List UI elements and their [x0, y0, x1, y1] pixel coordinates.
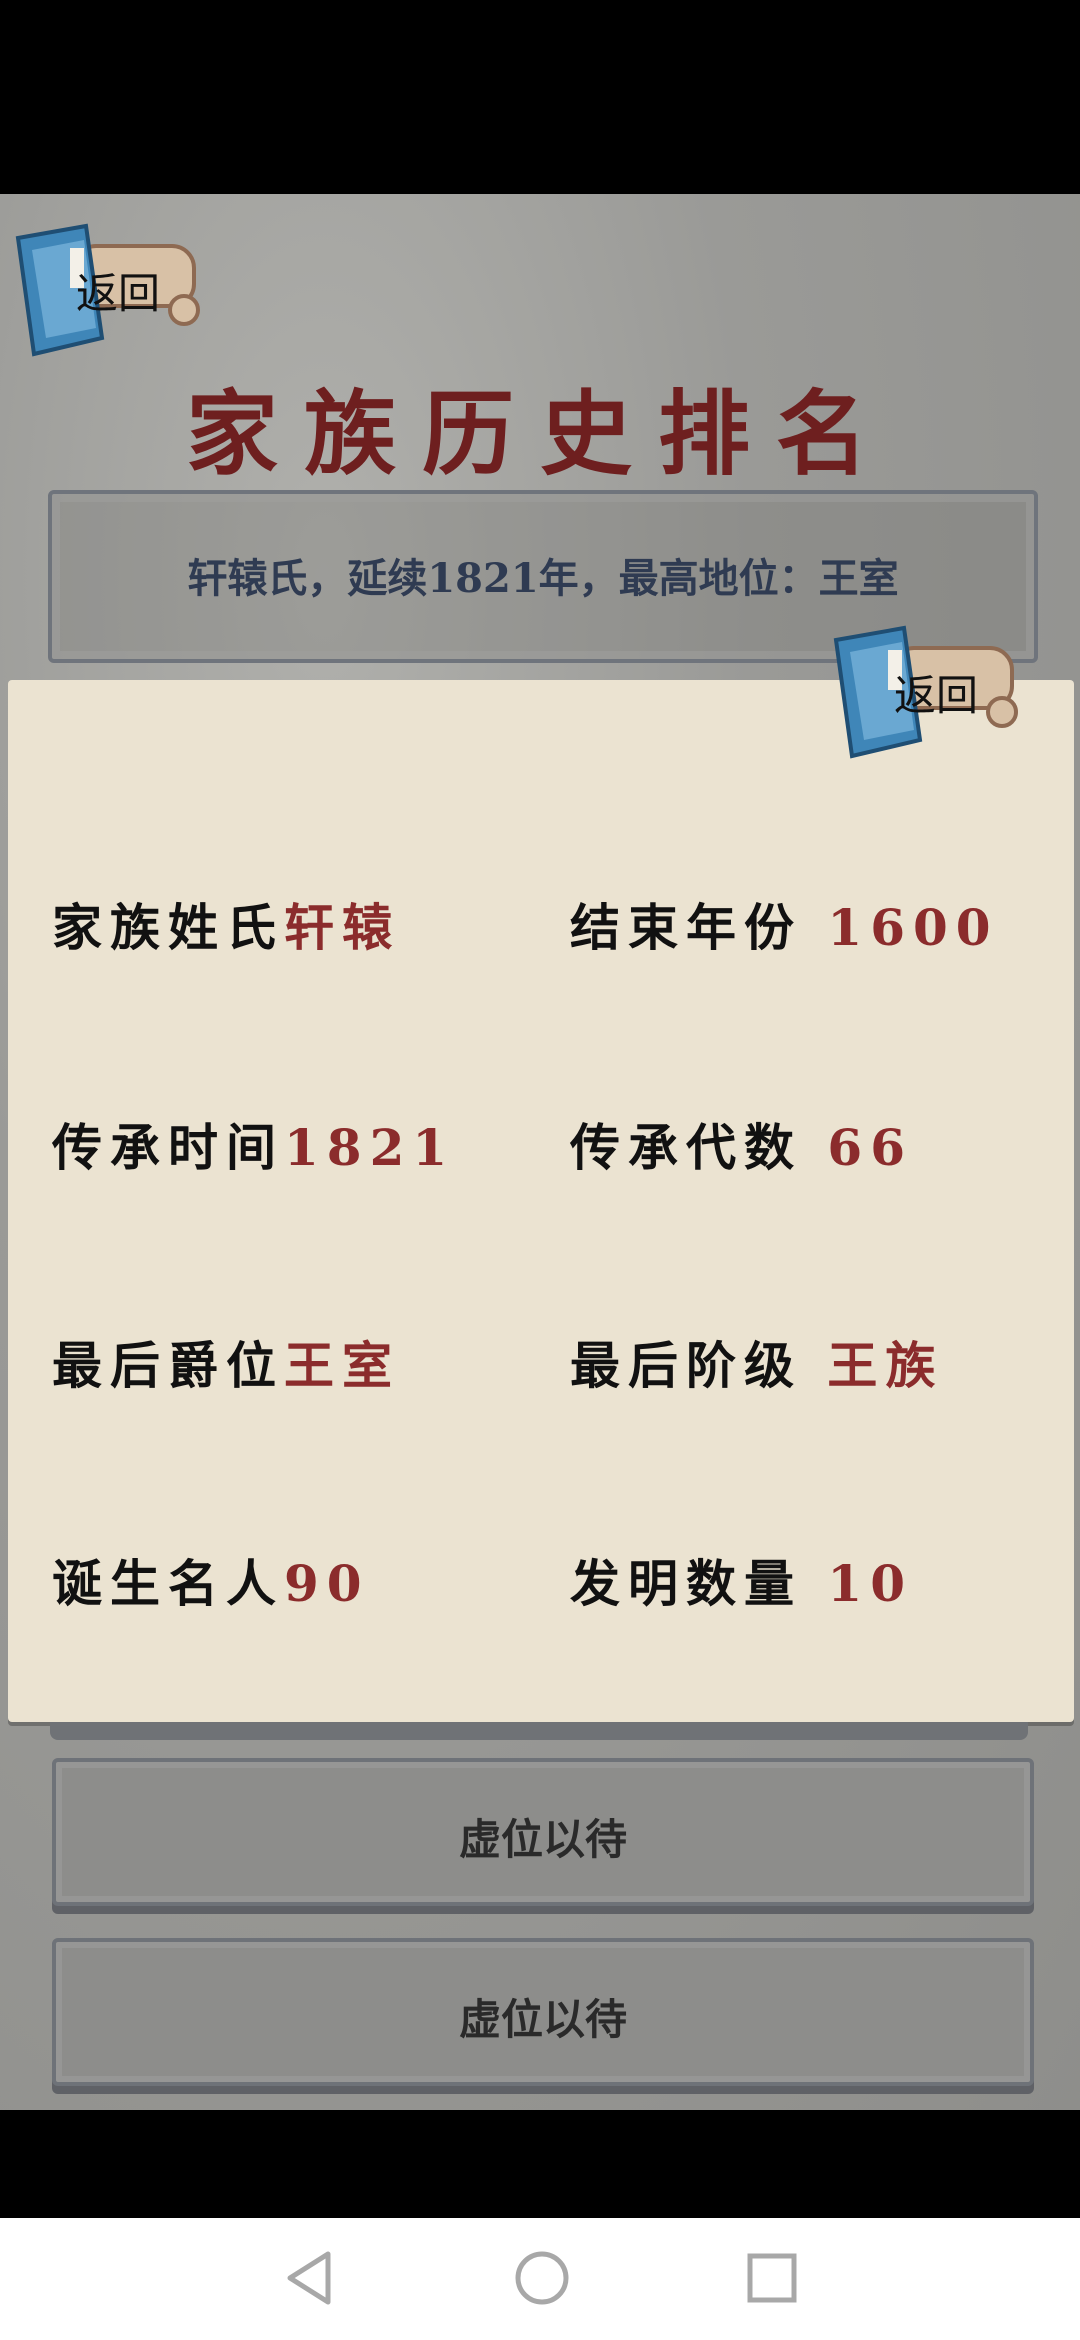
stat-label: 传承代数 — [570, 1118, 802, 1177]
stat-label: 传承时间 — [52, 1118, 284, 1177]
stat-label: 结束年份 — [570, 898, 802, 957]
system-navigation-bar — [0, 2218, 1080, 2340]
close-detail-label: 返回 — [894, 671, 979, 720]
stat-label: 发明数量 — [570, 1554, 802, 1613]
stat-value: 轩辕 — [284, 898, 400, 957]
stat-celebrities: 诞生名人90 — [52, 1544, 370, 1616]
back-label: 返回 — [76, 269, 161, 318]
back-triangle-icon[interactable] — [284, 2250, 334, 2306]
bottom-black-bar — [0, 2110, 1080, 2218]
stat-value: 1600 — [827, 898, 999, 957]
stat-end-year: 结束年份 1600 — [570, 888, 999, 960]
family-summary-text: 轩辕氏，延续1821年，最高地位：王室 — [187, 555, 899, 602]
stat-inventions: 发明数量 10 — [570, 1544, 913, 1616]
stat-value: 66 — [827, 1118, 914, 1177]
stat-duration: 传承时间1821 — [52, 1108, 455, 1180]
status-bar — [0, 0, 1080, 194]
stat-last-title: 最后爵位王室 — [52, 1326, 400, 1398]
stat-family-surname: 家族姓氏轩辕 — [52, 888, 400, 960]
ranking-slot-edge — [50, 1722, 1028, 1740]
stat-value: 王室 — [284, 1336, 400, 1395]
ranking-slot[interactable]: 虚位以待 — [52, 1758, 1034, 1906]
stat-value: 1821 — [284, 1118, 456, 1177]
ranking-slot[interactable]: 虚位以待 — [52, 1938, 1034, 2086]
stat-last-class: 最后阶级 王族 — [570, 1326, 943, 1398]
stat-label: 最后爵位 — [52, 1336, 284, 1395]
ranking-slot-label: 虚位以待 — [458, 1995, 627, 2044]
stat-value: 90 — [284, 1554, 370, 1613]
stat-value: 10 — [827, 1554, 914, 1613]
stat-label: 诞生名人 — [52, 1554, 284, 1613]
stat-generations: 传承代数 66 — [570, 1108, 913, 1180]
recents-square-icon[interactable] — [744, 2250, 800, 2306]
stat-label: 最后阶级 — [570, 1336, 802, 1395]
page-title: 家族历史排名 — [185, 380, 894, 488]
stat-label: 家族姓氏 — [52, 898, 284, 957]
ranking-slot-label: 虚位以待 — [458, 1815, 627, 1864]
stat-value: 王族 — [827, 1336, 944, 1395]
back-button[interactable]: 返回 — [14, 218, 204, 363]
home-circle-icon[interactable] — [514, 2250, 570, 2306]
close-detail-button[interactable]: 返回 — [832, 620, 1022, 765]
